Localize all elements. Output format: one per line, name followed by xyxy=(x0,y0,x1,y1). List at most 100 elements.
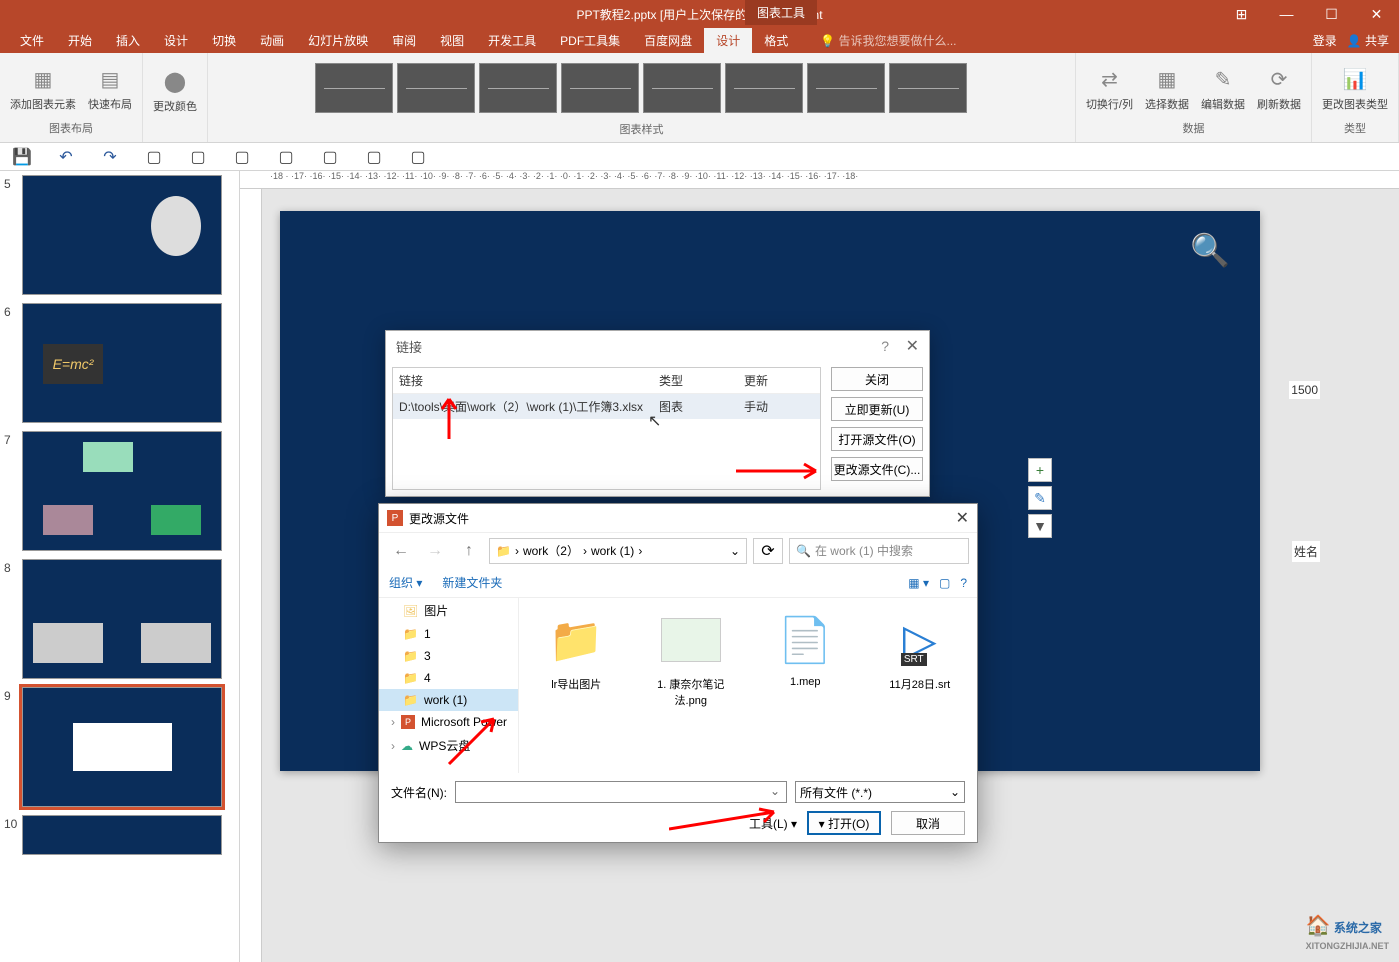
file-item[interactable]: ▷SRT11月28日.srt xyxy=(873,608,968,763)
qat-icon[interactable]: ▢ xyxy=(142,145,166,169)
select-data-button[interactable]: ▦选择数据 xyxy=(1141,62,1193,114)
refresh-data-button[interactable]: ⟳刷新数据 xyxy=(1253,62,1305,114)
qat-icon[interactable]: ▢ xyxy=(318,145,342,169)
qat-icon[interactable]: ▢ xyxy=(230,145,254,169)
table-row[interactable]: D:\tools\桌面\work（2）\work (1)\工作簿3.xlsx 图… xyxy=(393,394,820,419)
window-close-icon[interactable]: ✕ xyxy=(1354,0,1399,28)
chart-style-thumb[interactable] xyxy=(561,63,639,113)
qat-icon[interactable]: ▢ xyxy=(274,145,298,169)
change-source-button[interactable]: 更改源文件(C)... xyxy=(831,457,923,481)
login-button[interactable]: 登录 xyxy=(1313,32,1337,49)
picture-icon: 🖼 xyxy=(403,604,418,618)
col-link: 链接 xyxy=(393,368,653,393)
file-filter-dropdown[interactable]: 所有文件 (*.*)⌄ xyxy=(795,781,965,803)
chart-filter-icon[interactable]: ▼ xyxy=(1028,514,1052,538)
save-icon[interactable]: 💾 xyxy=(10,145,34,169)
tab-home[interactable]: 开始 xyxy=(56,28,104,53)
cancel-button[interactable]: 取消 xyxy=(891,811,965,835)
chart-style-thumb[interactable] xyxy=(397,63,475,113)
up-icon[interactable]: ↑ xyxy=(455,537,483,565)
edit-data-button[interactable]: ✎编辑数据 xyxy=(1197,62,1249,114)
tree-item[interactable]: 📁4 xyxy=(379,667,518,689)
qat-icon[interactable]: ▢ xyxy=(186,145,210,169)
add-chart-element-button[interactable]: ▦添加图表元素 xyxy=(6,62,80,114)
search-input[interactable]: 🔍 在 work (1) 中搜索 xyxy=(789,538,969,564)
slide-thumbnail[interactable]: 6E=mc² xyxy=(4,303,235,423)
chart-style-thumb[interactable] xyxy=(643,63,721,113)
tab-insert[interactable]: 插入 xyxy=(104,28,152,53)
close-icon[interactable]: ✕ xyxy=(906,336,919,356)
back-icon[interactable]: ← xyxy=(387,537,415,565)
slide-thumbnail[interactable]: 7 xyxy=(4,431,235,551)
chart-style-thumb[interactable] xyxy=(725,63,803,113)
file-item[interactable]: 📁lr导出图片 xyxy=(529,608,624,763)
chart-style-thumb[interactable] xyxy=(479,63,557,113)
window-help-icon[interactable]: ⊞ xyxy=(1219,0,1264,28)
slide-thumbnail[interactable]: 5 xyxy=(4,175,235,295)
tab-chart-design[interactable]: 设计 xyxy=(704,28,752,53)
tab-baidu[interactable]: 百度网盘 xyxy=(632,28,704,53)
quick-layout-button[interactable]: ▤快速布局 xyxy=(84,62,136,114)
undo-icon[interactable]: ↶ xyxy=(54,145,78,169)
chart-brush-icon[interactable]: ✎ xyxy=(1028,486,1052,510)
tab-developer[interactable]: 开发工具 xyxy=(476,28,548,53)
preview-icon[interactable]: ▢ xyxy=(939,576,950,590)
breadcrumb-seg[interactable]: work（2） xyxy=(523,542,579,559)
chart-style-thumb[interactable] xyxy=(807,63,885,113)
tab-transitions[interactable]: 切换 xyxy=(200,28,248,53)
chevron-down-icon[interactable]: ⌄ xyxy=(764,782,786,800)
close-icon[interactable]: ✕ xyxy=(956,508,969,528)
folder-icon: 📁 xyxy=(403,693,418,707)
filename-input[interactable]: ⌄ xyxy=(455,781,787,803)
chevron-down-icon[interactable]: ⌄ xyxy=(730,544,740,558)
slide-thumbnail[interactable]: 9 xyxy=(4,687,235,807)
breadcrumb[interactable]: 📁 › work（2） › work (1) › ⌄ xyxy=(489,538,747,564)
chart-plus-icon[interactable]: + xyxy=(1028,458,1052,482)
tree-item[interactable]: 🖼图片 xyxy=(379,598,518,623)
tab-animations[interactable]: 动画 xyxy=(248,28,296,53)
slide-thumbnail[interactable]: 8 xyxy=(4,559,235,679)
dialog-title: 更改源文件 xyxy=(409,510,469,527)
tell-me-search[interactable]: 💡 告诉我您想要做什么... xyxy=(820,32,956,49)
tab-slideshow[interactable]: 幻灯片放映 xyxy=(296,28,380,53)
redo-icon[interactable]: ↷ xyxy=(98,145,122,169)
slide-thumbnails-panel[interactable]: 5 6E=mc² 7 8 9 10 xyxy=(0,171,240,962)
tab-chart-format[interactable]: 格式 xyxy=(752,28,800,53)
tab-review[interactable]: 审阅 xyxy=(380,28,428,53)
chevron-right-icon: › xyxy=(391,715,395,729)
view-icon[interactable]: ▦ ▾ xyxy=(908,576,929,590)
switch-row-col-button[interactable]: ⇄切换行/列 xyxy=(1082,62,1137,114)
qat-icon[interactable]: ▢ xyxy=(406,145,430,169)
new-folder-button[interactable]: 新建文件夹 xyxy=(442,574,502,591)
chart-style-thumb[interactable] xyxy=(889,63,967,113)
slide-thumbnail[interactable]: 10 xyxy=(4,815,235,855)
file-list[interactable]: 📁lr导出图片 1. 康奈尔笔记法.png 📄1.mep ▷SRT11月28日.… xyxy=(519,598,977,773)
close-button[interactable]: 关闭 xyxy=(831,367,923,391)
tree-item[interactable]: 📁3 xyxy=(379,645,518,667)
file-item[interactable]: 1. 康奈尔笔记法.png xyxy=(644,608,739,763)
qat-icon[interactable]: ▢ xyxy=(362,145,386,169)
tab-file[interactable]: 文件 xyxy=(8,28,56,53)
window-minimize-icon[interactable]: — xyxy=(1264,0,1309,28)
dialog-titlebar: 链接 ? ✕ xyxy=(386,331,929,361)
open-source-button[interactable]: 打开源文件(O) xyxy=(831,427,923,451)
update-now-button[interactable]: 立即更新(U) xyxy=(831,397,923,421)
chart-style-thumb[interactable] xyxy=(315,63,393,113)
refresh-icon[interactable]: ⟳ xyxy=(753,538,783,564)
change-colors-button[interactable]: ⬤更改颜色 xyxy=(149,64,201,116)
cloud-icon: ☁ xyxy=(401,739,413,753)
tree-item[interactable]: 📁1 xyxy=(379,623,518,645)
share-button[interactable]: 👤 共享 xyxy=(1347,32,1389,49)
help-icon[interactable]: ? xyxy=(881,338,889,354)
change-chart-type-button[interactable]: 📊更改图表类型 xyxy=(1318,62,1392,114)
tab-pdf[interactable]: PDF工具集 xyxy=(548,28,632,53)
breadcrumb-seg[interactable]: work (1) xyxy=(591,544,634,558)
tab-design[interactable]: 设计 xyxy=(152,28,200,53)
tab-view[interactable]: 视图 xyxy=(428,28,476,53)
open-button[interactable]: ▾ 打开(O) xyxy=(807,811,881,835)
file-item[interactable]: 📄1.mep xyxy=(758,608,853,763)
organize-button[interactable]: 组织 ▾ xyxy=(389,574,422,591)
help-icon[interactable]: ? xyxy=(960,576,967,590)
forward-icon[interactable]: → xyxy=(421,537,449,565)
window-maximize-icon[interactable]: ☐ xyxy=(1309,0,1354,28)
